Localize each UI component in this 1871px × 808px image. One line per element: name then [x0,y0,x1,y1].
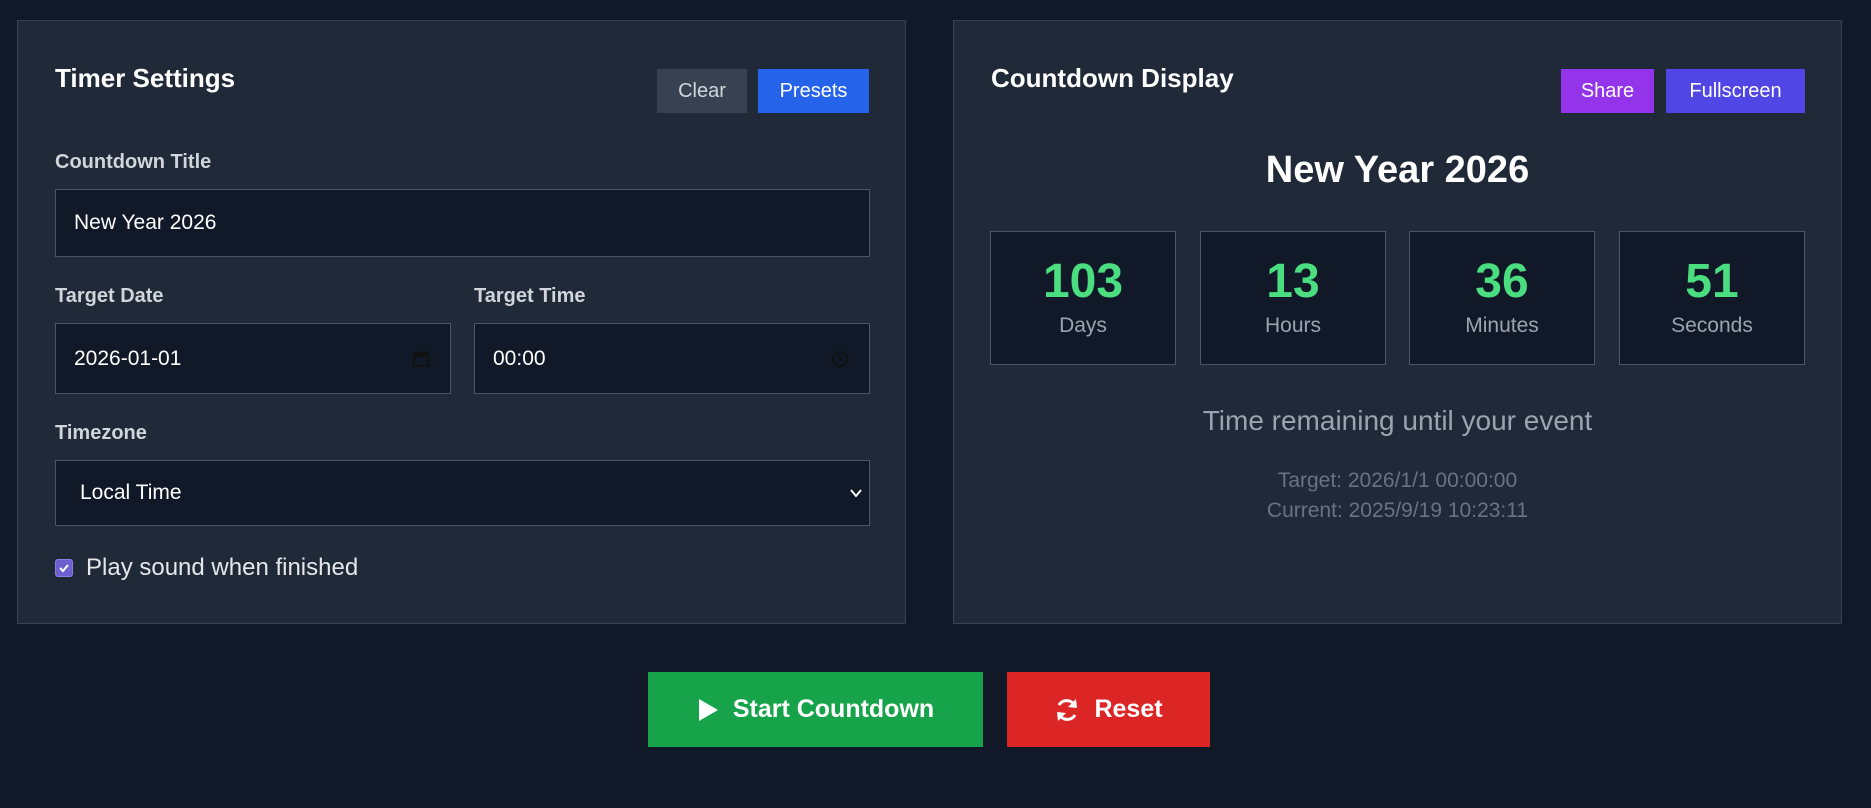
check-icon [59,564,69,573]
target-date-label: Target Date [55,285,164,307]
target-text: Target: 2026/1/1 00:00:00 [1277,469,1518,492]
reset-button[interactable]: Reset [1007,672,1210,747]
minutes-box: 36 Minutes [1409,231,1595,365]
settings-title: Timer Settings [55,63,236,93]
share-button[interactable]: Share [1561,69,1654,113]
remaining-text: Time remaining until your event [1202,405,1593,436]
fullscreen-button[interactable]: Fullscreen [1666,69,1805,113]
timer-settings-panel: Timer Settings Clear Presets Countdown T… [17,20,906,624]
timezone-label: Timezone [55,422,147,444]
target-date-input[interactable]: 2026-01-01 [55,323,451,394]
countdown-title-input[interactable]: New Year 2026 [55,189,870,257]
hours-box: 13 Hours [1200,231,1386,365]
refresh-icon [1057,698,1078,721]
countdown-title-label: Countdown Title [55,151,212,173]
play-icon [698,698,718,721]
sound-checkbox-label[interactable]: Play sound when finished [86,554,358,582]
calendar-icon[interactable] [412,350,430,368]
sound-checkbox[interactable] [55,559,73,577]
presets-button[interactable]: Presets [758,69,869,113]
target-time-input[interactable]: 00:00 [474,323,870,394]
start-countdown-label: Start Countdown [732,695,935,723]
chevron-down-icon [850,489,862,498]
target-time-label: Target Time [474,285,586,307]
clock-icon[interactable] [831,350,849,368]
seconds-box: 51 Seconds [1619,231,1805,365]
timezone-value: Local Time [80,481,182,504]
hours-value: 13 [1266,255,1320,308]
countdown-title-value: New Year 2026 [74,211,217,234]
start-countdown-button[interactable]: Start Countdown [648,672,983,747]
target-time-value: 00:00 [493,346,546,370]
event-title: New Year 2026 [1265,149,1530,191]
seconds-label: Seconds [1671,314,1753,337]
minutes-label: Minutes [1465,314,1539,337]
countdown-display-panel: Countdown Display Share Fullscreen New Y… [953,20,1842,624]
target-date-value: 2026-01-01 [74,346,182,370]
timezone-select[interactable]: Local Time [55,460,870,526]
display-title: Countdown Display [991,63,1234,93]
hours-label: Hours [1264,314,1322,337]
seconds-value: 51 [1685,255,1739,308]
days-value: 103 [1042,255,1124,308]
days-box: 103 Days [990,231,1176,365]
clear-button[interactable]: Clear [657,69,747,113]
current-text: Current: 2025/9/19 10:23:11 [1266,499,1529,522]
reset-label: Reset [1094,695,1163,723]
days-label: Days [1059,314,1107,337]
minutes-value: 36 [1475,255,1529,308]
